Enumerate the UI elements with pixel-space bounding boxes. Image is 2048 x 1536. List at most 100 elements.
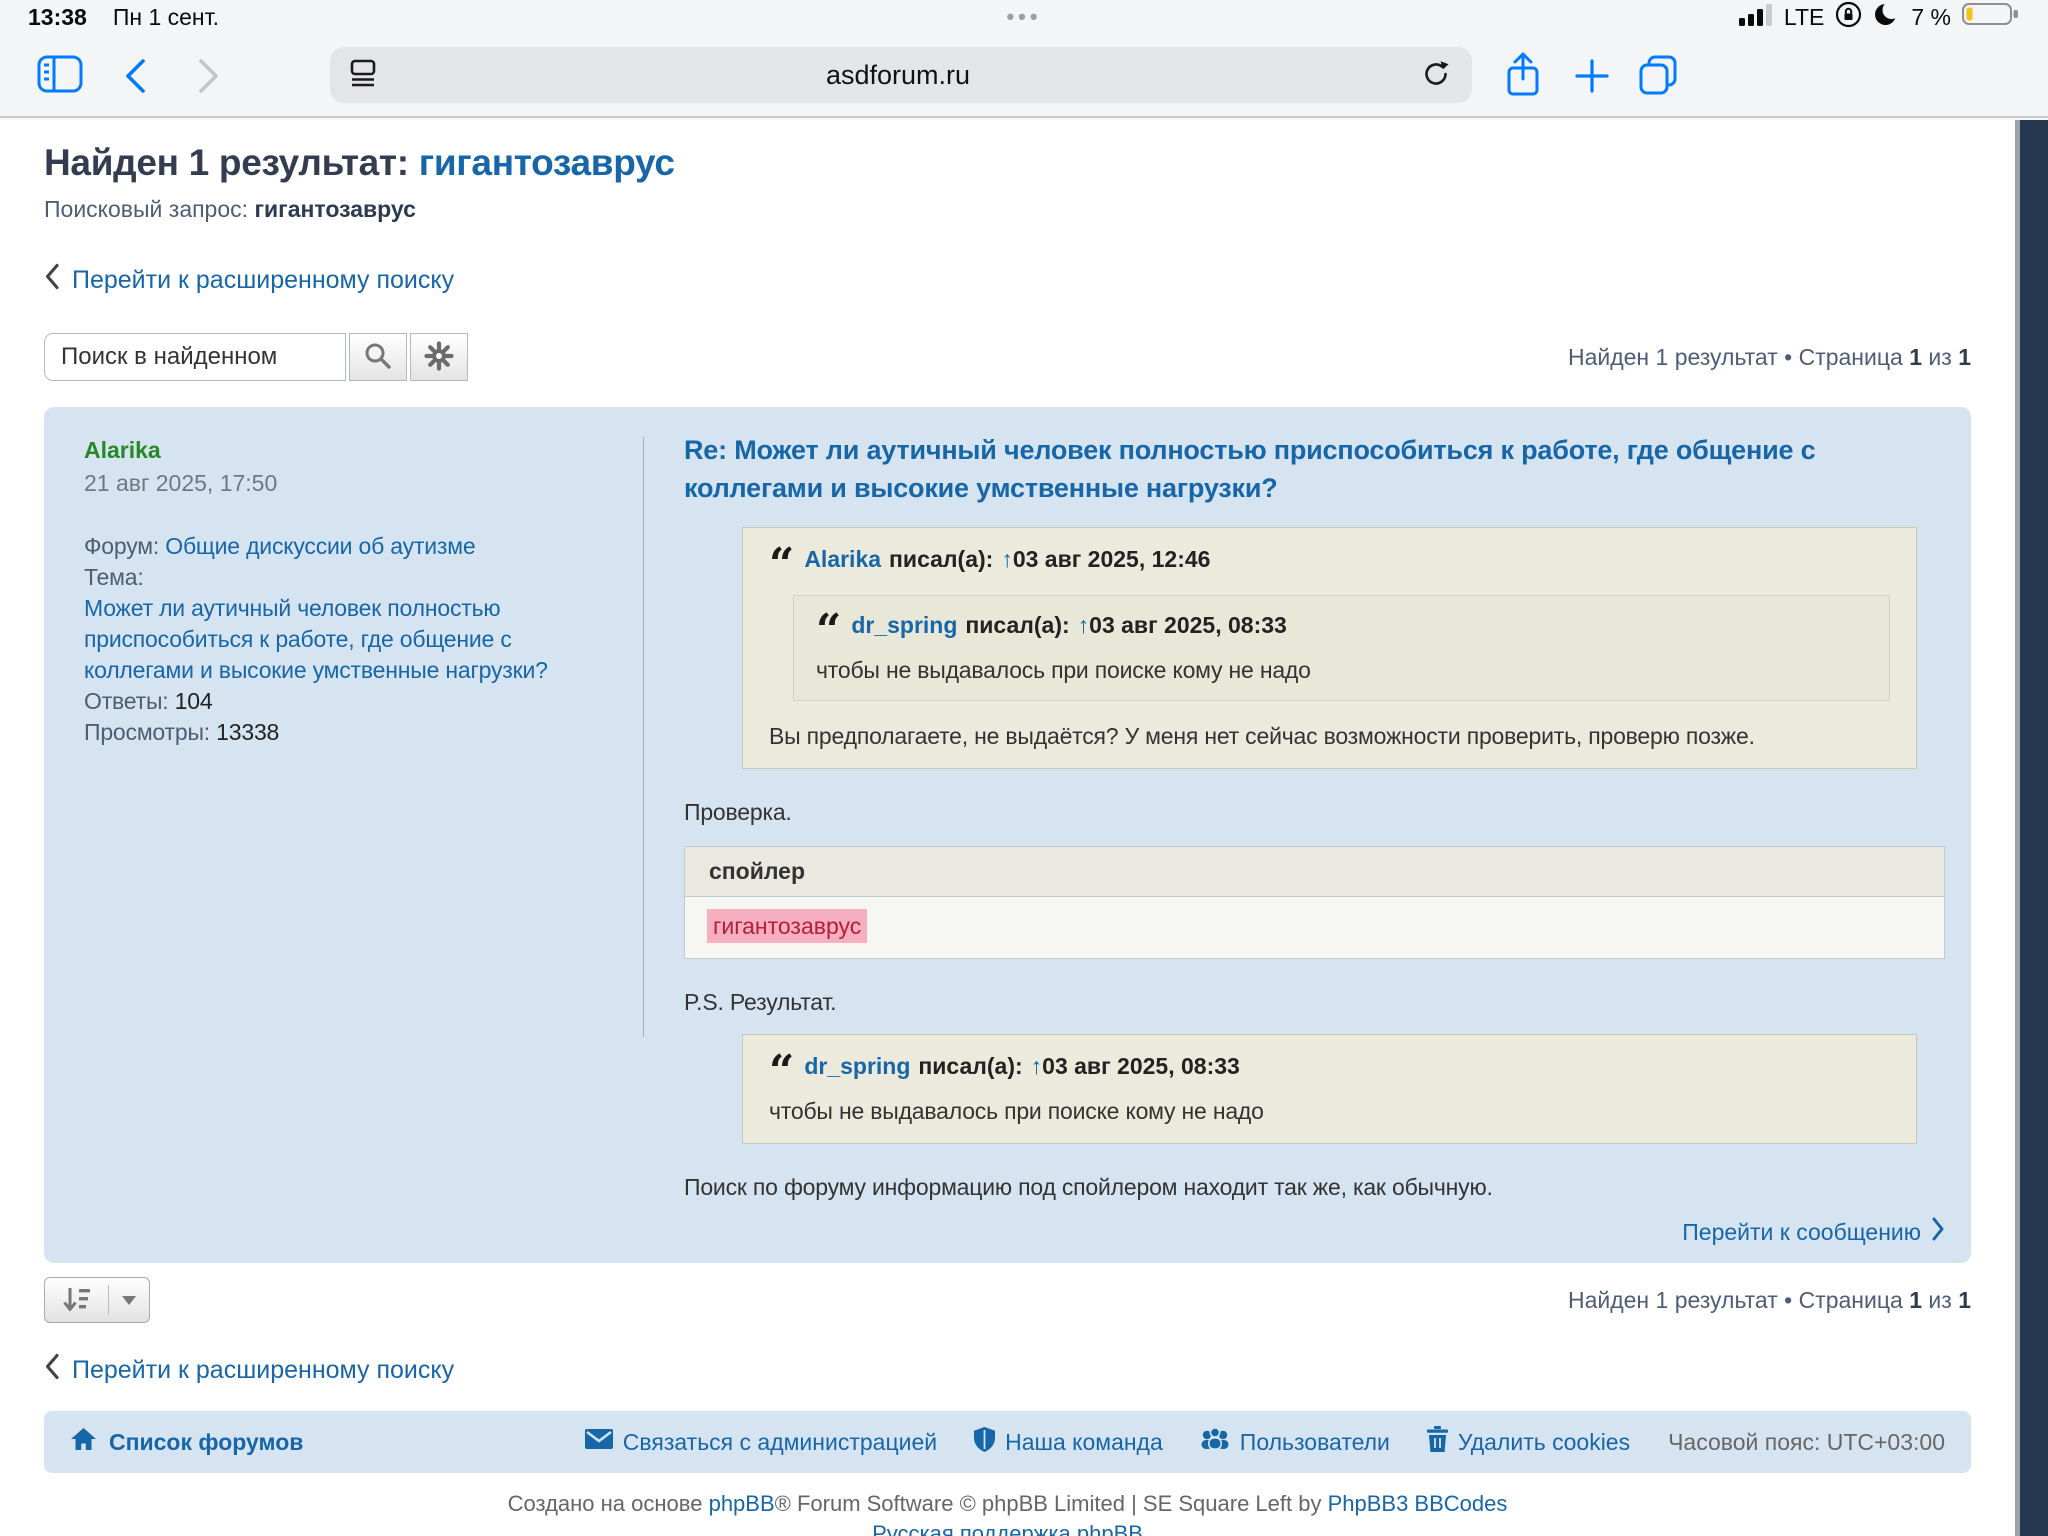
highlighted-search-term: гигантозаврус [707, 909, 867, 943]
pagination-total-pages: 1 [1958, 344, 1971, 370]
quote-date: 03 авг 2025, 12:46 [1013, 546, 1211, 572]
post-text-check: Проверка. [684, 799, 1945, 826]
battery-icon [1962, 1, 2020, 33]
quote-author-link[interactable]: dr_spring [804, 1053, 910, 1079]
advanced-search-link-bottom[interactable]: Перейти к расширенному поиску [44, 1353, 1971, 1387]
page-title-term-link[interactable]: гигантозаврус [419, 142, 675, 183]
quote-inner-header: “dr_springписал(а):↑03 авг 2025, 08:33 [816, 612, 1867, 639]
post-text-conclusion: Поиск по форуму информацию под спойлером… [684, 1174, 1945, 1201]
quote-goto-arrow-link[interactable]: ↑ [1031, 1053, 1043, 1079]
search-in-results-input[interactable] [44, 333, 346, 381]
stage-manager-dots-icon: ••• [1006, 4, 1041, 30]
spoiler-header[interactable]: спойлер [685, 847, 1944, 897]
advanced-search-link-label[interactable]: Перейти к расширенному поиску [72, 266, 454, 295]
views-count: 13338 [216, 719, 279, 745]
members-label[interactable]: Пользователи [1240, 1429, 1390, 1456]
forward-button[interactable] [192, 56, 226, 96]
board-index-label[interactable]: Список форумов [109, 1429, 303, 1456]
pagination-current-page: 1 [1909, 1287, 1922, 1313]
search-options-button[interactable] [410, 333, 468, 381]
team-label[interactable]: Наша команда [1005, 1429, 1163, 1456]
quote-wrote-label: писал(а): [918, 1053, 1022, 1079]
clock: 13:38 [28, 4, 87, 31]
search-controls-row: Найден 1 результат • Страница 1 из 1 [44, 333, 1971, 381]
delete-cookies-label[interactable]: Удалить cookies [1458, 1429, 1630, 1456]
chevron-right-icon [1931, 1217, 1945, 1247]
battery-percent-label: 7 % [1911, 4, 1951, 31]
quote-date: 03 авг 2025, 08:33 [1089, 612, 1287, 638]
quote-wrote-label: писал(а): [965, 612, 1069, 638]
phpbb-link[interactable]: phpBB [709, 1491, 775, 1516]
pagination-of: из [1928, 1287, 1951, 1313]
page-title: Найден 1 результат: гигантозаврус [44, 142, 1971, 184]
browser-viewport: Найден 1 результат: гигантозаврус Поиско… [0, 120, 2048, 1536]
forum-label: Форум: [84, 533, 159, 559]
quote-outer-header: “Alarikaписал(а):↑03 авг 2025, 12:46 [769, 546, 1890, 573]
post-title-link[interactable]: Re: Может ли аутичный человек полностью … [684, 431, 1945, 507]
home-icon [70, 1427, 97, 1457]
contact-admin-link[interactable]: Связаться с администрацией [584, 1428, 937, 1456]
sidebar-toggle-button[interactable] [36, 52, 84, 96]
delete-cookies-link[interactable]: Удалить cookies [1426, 1426, 1630, 1458]
footer-links: Связаться с администрацией Наша команда … [562, 1426, 1945, 1459]
post-body: Re: Может ли аутичный человек полностью … [644, 407, 1971, 1263]
footer-navbar: Список форумов Связаться с администрацие… [44, 1411, 1971, 1473]
sort-descending-icon [45, 1285, 108, 1315]
post-meta: Форум: Общие дискуссии об аутизме Тема: … [84, 531, 609, 748]
site-credits: Создано на основе phpBB® Forum Software … [44, 1489, 1971, 1536]
search-query-term: гигантозаврус [254, 196, 416, 222]
users-icon [1199, 1427, 1231, 1457]
quote-author-link[interactable]: dr_spring [851, 612, 957, 638]
topic-link[interactable]: Может ли аутичный человек полностью прис… [84, 595, 548, 683]
contact-admin-label[interactable]: Связаться с администрацией [623, 1429, 937, 1456]
quote-second: “dr_springписал(а):↑03 авг 2025, 08:33 ч… [742, 1034, 1917, 1144]
tab-overview-button[interactable] [1634, 52, 1682, 98]
search-icon [363, 341, 393, 374]
quote-goto-arrow-link[interactable]: ↑ [1078, 612, 1090, 638]
share-button[interactable] [1500, 50, 1546, 100]
reload-button[interactable] [1418, 57, 1454, 93]
board-index-link[interactable]: Список форумов [70, 1427, 303, 1457]
post-date: 21 авг 2025, 17:50 [84, 470, 609, 497]
advanced-search-link-top[interactable]: Перейти к расширенному поиску [44, 263, 1971, 297]
quote-inner-text: чтобы не выдавалось при поиске кому не н… [816, 657, 1867, 684]
quote-goto-arrow-link[interactable]: ↑ [1001, 546, 1013, 572]
forum-page: Найден 1 результат: гигантозаврус Поиско… [0, 120, 2020, 1536]
sort-options-button[interactable] [44, 1277, 150, 1323]
spoiler-box: спойлер гигантозаврус [684, 846, 1945, 959]
members-link[interactable]: Пользователи [1199, 1427, 1390, 1457]
search-result-row: Alarika 21 авг 2025, 17:50 Форум: Общие … [44, 407, 1971, 1263]
timezone-label: Часовой пояс: UTC+03:00 [1668, 1429, 1945, 1456]
search-in-results-group [44, 333, 468, 381]
new-tab-button[interactable] [1570, 54, 1614, 98]
spoiler-body: гигантозаврус [685, 897, 1944, 958]
russian-support-link[interactable]: Русская поддержка phpBB [872, 1521, 1143, 1536]
ipad-screen: 13:38 Пн 1 сент. ••• LTE 7 % [0, 0, 2048, 1536]
powered-by-line: Создано на основе phpBB® Forum Software … [44, 1489, 1971, 1519]
style-credit-link[interactable]: PhpBB3 BBCodes [1328, 1491, 1508, 1516]
gear-icon [424, 341, 454, 374]
search-submit-button[interactable] [349, 333, 407, 381]
search-query-line: Поисковый запрос: гигантозаврус [44, 196, 1971, 223]
chevron-down-icon [109, 1294, 149, 1306]
pagination-top: Найден 1 результат • Страница 1 из 1 [1568, 344, 1971, 371]
advanced-search-link-label[interactable]: Перейти к расширенному поиску [72, 1356, 454, 1385]
forum-link[interactable]: Общие дискуссии об аутизме [165, 533, 475, 559]
search-query-label: Поисковый запрос: [44, 196, 254, 222]
quote-outer-text: Вы предполагаете, не выдаётся? У меня не… [769, 723, 1890, 750]
quote-inner: “dr_springписал(а):↑03 авг 2025, 08:33 ч… [793, 595, 1890, 701]
post-author-link[interactable]: Alarika [84, 437, 609, 464]
goto-message-link[interactable]: Перейти к сообщению [1682, 1219, 1921, 1246]
pagination-current-page: 1 [1909, 344, 1922, 370]
quote-date: 03 авг 2025, 08:33 [1042, 1053, 1240, 1079]
page-format-icon[interactable] [348, 59, 378, 92]
chevron-left-icon [44, 1353, 60, 1387]
post-text-ps: P.S. Результат. [684, 989, 1945, 1016]
address-bar[interactable]: asdforum.ru [330, 47, 1472, 103]
back-button[interactable] [118, 56, 152, 96]
trash-icon [1426, 1426, 1449, 1458]
url-text[interactable]: asdforum.ru [378, 60, 1418, 91]
quote-author-link[interactable]: Alarika [804, 546, 881, 572]
team-link[interactable]: Наша команда [973, 1426, 1163, 1459]
replies-label: Ответы: [84, 688, 168, 714]
